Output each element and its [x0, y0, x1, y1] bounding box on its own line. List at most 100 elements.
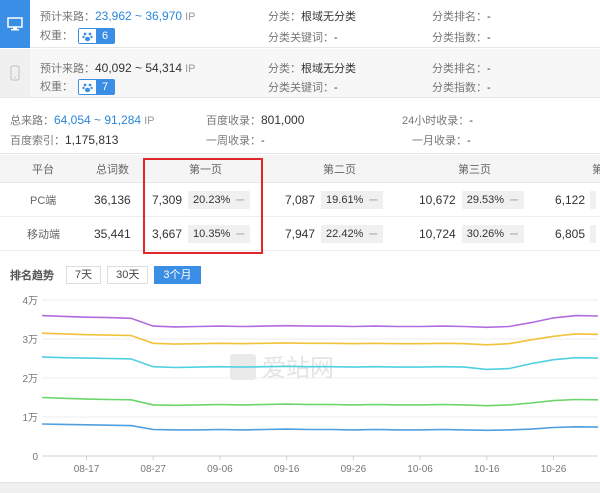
row-platform: PC端: [30, 194, 57, 207]
mobile-category-label: 分类：: [268, 63, 301, 75]
page3-percent: 30.26% ー: [461, 224, 525, 243]
mobile-category-keyword-value: -: [334, 82, 338, 94]
month-index-value: -: [467, 135, 471, 147]
mobile-weight-badge[interactable]: 7: [78, 79, 116, 96]
trend-flat-icon: ー: [509, 230, 520, 241]
pc-category: 分类：根域无分类: [268, 8, 356, 24]
baidu-pages-label: 百度索引：: [10, 135, 65, 147]
y-tick-label: 0: [32, 452, 38, 463]
page1-count: 3,667: [152, 226, 183, 241]
week-index: 一周收录：-: [206, 132, 265, 148]
baidu-pages: 百度索引：1,175,813: [10, 132, 118, 148]
table-row: PC端 36,136 7,309 20.23% ー 7,087 19.61% ー 10,…: [0, 183, 600, 217]
row-page3: 10,724 30.26% ー: [419, 217, 525, 250]
range-30d-button[interactable]: 30天: [107, 266, 149, 284]
page2-count: 7,087: [285, 192, 316, 207]
ranking-trend-chart: 爱站网 0 1万 2万 3万 4万 08-17 08-27 09-06 09-16 09-26 10…: [22, 296, 599, 475]
horizontal-scrollbar[interactable]: [0, 482, 600, 493]
x-tick-label: 10-06: [407, 464, 433, 475]
header-platform: 平台: [32, 163, 54, 176]
header-page4: 第: [592, 163, 600, 176]
series-line-1: [41, 314, 599, 329]
row-total: 36,136: [94, 192, 131, 207]
trend-flat-icon: ー: [235, 196, 246, 207]
mobile-stats-row: 预计来路：40,092 ~ 54,314 IP 权重： 7 分类：根域无分类 分类…: [0, 49, 600, 98]
baidu-paw-icon: [79, 29, 97, 44]
y-tick-label: 3万: [22, 335, 38, 346]
row-page1: 3,667 10.35% ー: [152, 217, 251, 250]
baidu-index-value: 801,000: [261, 113, 305, 127]
mobile-weight: 权重： 7: [40, 78, 116, 96]
total-traffic: 总来路：64,054 ~ 91,284 IP: [10, 112, 155, 128]
page1-percent: 20.23% ー: [188, 190, 251, 209]
mobile-traffic-value: 40,092 ~ 54,314: [95, 61, 183, 75]
row-page2: 7,087 19.61% ー: [285, 183, 384, 216]
page3-count: 10,724: [419, 226, 456, 241]
baidu-index: 百度收录：801,000: [206, 112, 304, 128]
pc-category-keyword-value: -: [334, 32, 338, 44]
row-page2: 7,947 22.42% ー: [285, 217, 384, 250]
page2-percent-value: 22.42%: [326, 227, 364, 240]
page3-percent-value: 29.53%: [466, 193, 505, 206]
mobile-traffic-unit: IP: [185, 63, 196, 75]
page3-count: 10,672: [419, 192, 456, 207]
pc-weight: 权重： 6: [40, 27, 116, 45]
range-3m-button[interactable]: 3个月: [154, 266, 201, 284]
mobile-category-keyword: 分类关键词：-: [268, 79, 338, 95]
trend-flat-icon: ー: [509, 196, 520, 207]
mobile-traffic: 预计来路：40,092 ~ 54,314 IP: [40, 60, 196, 76]
page1-percent-value: 20.23%: [193, 193, 231, 206]
page4-percent: [590, 190, 597, 209]
baidu-paw-icon: [79, 80, 97, 95]
pc-traffic-value: 23,962 ~ 36,970: [95, 9, 183, 23]
trend-flat-icon: ー: [235, 230, 246, 241]
x-tick-label: 10-16: [474, 464, 500, 475]
pc-category-index-value: -: [487, 32, 491, 44]
series-line-5: [41, 423, 599, 432]
x-tick-label: 09-16: [274, 464, 300, 475]
pc-category-rank-value: -: [487, 11, 491, 23]
week-index-label: 一周收录：: [206, 135, 261, 147]
header-page1: 第一页: [189, 163, 222, 176]
page2-percent: 22.42% ー: [321, 224, 384, 243]
page4-percent: [590, 224, 597, 243]
summary-stats: 总来路：64,054 ~ 91,284 IP 百度收录：801,000 24小时收…: [0, 104, 600, 154]
pc-category-rank: 分类排名：-: [432, 8, 491, 24]
trend-controls: 排名趋势 7天 30天 3个月: [0, 265, 207, 285]
mobile-category-index-label: 分类指数：: [432, 82, 487, 94]
pc-category-index: 分类指数：-: [432, 29, 491, 45]
total-traffic-value: 64,054 ~ 91,284: [54, 113, 142, 127]
header-page2: 第二页: [323, 163, 356, 176]
pc-weight-value: 6: [96, 29, 115, 44]
x-tick-label: 10-26: [541, 464, 567, 475]
series-line-4: [41, 396, 599, 407]
page3-percent: 29.53% ー: [461, 190, 525, 209]
mobile-category-value: 根域无分类: [301, 63, 356, 75]
range-7d-button[interactable]: 7天: [66, 266, 102, 284]
page1-percent: 10.35% ー: [188, 224, 251, 243]
baidu-pages-value: 1,175,813: [65, 133, 119, 147]
pc-weight-badge[interactable]: 6: [78, 28, 116, 45]
mobile-category-rank: 分类排名：-: [432, 60, 491, 76]
mobile-category-index-value: -: [487, 82, 491, 94]
week-index-value: -: [261, 135, 265, 147]
page1-percent-value: 10.35%: [193, 227, 231, 240]
day-index: 24小时收录：-: [402, 112, 473, 128]
month-index: 一月收录：-: [412, 132, 471, 148]
pc-category-value: 根域无分类: [301, 11, 356, 23]
pc-category-keyword: 分类关键词：-: [268, 29, 338, 45]
day-index-label: 24小时收录：: [402, 115, 470, 127]
row-platform: 移动端: [27, 228, 60, 241]
watermark-text: 爱站网: [262, 355, 334, 382]
trend-title: 排名趋势: [10, 270, 54, 282]
mobile-category: 分类：根域无分类: [268, 60, 356, 76]
baidu-index-label: 百度收录：: [206, 115, 261, 127]
page2-percent: 19.61% ー: [321, 190, 384, 209]
page2-percent-value: 19.61%: [326, 193, 364, 206]
mobile-weight-value: 7: [96, 80, 115, 95]
rank-table-header: 平台 总词数 第一页 第二页 第三页 第: [0, 155, 600, 183]
y-tick-label: 2万: [22, 374, 38, 385]
row-page4: 6,805: [555, 217, 597, 250]
pc-category-index-label: 分类指数：: [432, 32, 487, 44]
header-total: 总词数: [96, 163, 129, 176]
